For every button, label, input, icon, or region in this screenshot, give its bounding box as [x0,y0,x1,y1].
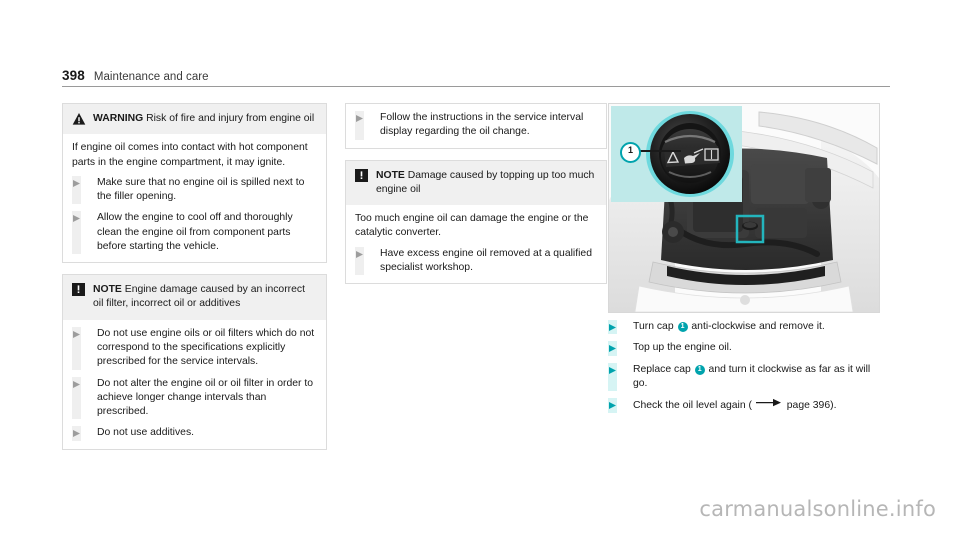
callout-badge-1: 1 [694,364,705,375]
running-head-line: 398 Maintenance and care [62,68,890,83]
step-text-before: Turn cap [633,321,674,332]
callout-number-1: 1 [620,142,641,163]
note-label-2: NOTE [376,169,405,181]
step-text-after: page 396). [786,400,837,412]
note-exclamation-icon [355,168,369,183]
list-item: Turn cap 1 anti-clockwise and remove it. [608,320,878,335]
list-item: Do not use engine oils or oil filters wh… [72,326,317,370]
section-title: Maintenance and care [93,71,209,83]
step-text-before: Replace cap [633,363,691,375]
list-item-text: Do not alter the engine oil or oil filte… [97,377,314,418]
list-item: Check the oil level again ( page 396). [608,398,878,414]
step-text-before: Check the oil level again ( [633,400,752,412]
warning-label: WARNING [93,113,144,124]
note-box-2-body: Too much engine oil can damage the engin… [346,205,606,283]
list-item: Do not use additives. [72,426,317,441]
step-text-before: Top up the engine oil. [633,342,732,354]
note-label: NOTE [93,284,122,296]
list-item: Replace cap 1 and turn it clockwise as f… [608,362,878,392]
running-head: 398 Maintenance and care [62,68,890,87]
list-item-text: Make sure that no engine oil is spilled … [97,176,305,203]
list-item: Make sure that no engine oil is spilled … [72,175,317,205]
note-box-2: NOTE Damage caused by topping up too muc… [345,159,607,285]
note-heading-text: Engine damage caused by an incorrect oil… [93,284,305,310]
column-2: Follow the instructions in the service i… [345,103,607,295]
note-box-header: NOTE Engine damage caused by an incorrec… [63,275,326,320]
note-bullet-list-2: Have excess engine oil removed at a qual… [355,246,597,276]
list-item-text: Have excess engine oil removed at a qual… [380,247,592,273]
note-box-2-heading: NOTE Damage caused by topping up too muc… [376,168,597,197]
list-item-text: Do not use engine oils or oil filters wh… [97,327,315,368]
note-paragraph-2: Too much engine oil can damage the engin… [355,213,589,239]
note-box: NOTE Engine damage caused by an incorrec… [62,274,327,450]
triangle-bullet-icon [72,214,81,223]
column-3-steps: Turn cap 1 anti-clockwise and remove it.… [608,320,878,414]
note-heading-text-2: Damage caused by topping up too much eng… [376,169,595,195]
continued-box-body: Follow the instructions in the service i… [346,104,606,148]
continued-bullet-list: Follow the instructions in the service i… [355,111,597,140]
note-box-heading: NOTE Engine damage caused by an incorrec… [93,282,317,311]
callout-leader-line [636,150,681,152]
callout-badge-1: 1 [677,322,688,332]
note-bullet-list: Do not use engine oils or oil filters wh… [72,326,317,441]
header-rule [62,86,890,87]
note-box-body: Do not use engine oils or oil filters wh… [63,320,326,449]
warning-box-body: If engine oil comes into contact with ho… [63,134,326,262]
triangle-bullet-icon [72,380,81,389]
warning-bullet-list: Make sure that no engine oil is spilled … [72,175,317,255]
note-box-2-header: NOTE Damage caused by topping up too muc… [346,160,606,205]
list-item: Follow the instructions in the service i… [355,111,597,140]
warning-heading-text: Risk of fire and injury from engine oil [146,113,315,124]
column-1: WARNING Risk of fire and injury from eng… [62,103,327,461]
triangle-bullet-icon [608,344,617,353]
list-item-text: Allow the engine to cool off and thoroug… [97,212,293,252]
list-item: Allow the engine to cool off and thoroug… [72,211,317,255]
continued-box: Follow the instructions in the service i… [345,103,607,149]
manual-page: 398 Maintenance and care WARNING Risk of… [0,0,960,533]
warning-paragraph: If engine oil comes into contact with ho… [72,142,308,168]
list-item: Do not alter the engine oil or oil filte… [72,376,317,420]
oil-cap-inset: 1 [611,106,742,202]
list-item: Top up the engine oil. [608,341,878,356]
warning-box-header: WARNING Risk of fire and injury from eng… [63,104,326,135]
triangle-bullet-icon [72,179,81,188]
cross-reference-arrow-icon [755,398,782,412]
warning-triangle-icon [72,112,86,126]
page-number: 398 [62,68,85,83]
step-text-after: anti-clockwise and remove it. [691,321,825,332]
triangle-bullet-icon [608,401,617,410]
note-exclamation-icon [72,283,86,297]
oil-top-up-step-list: Turn cap 1 anti-clockwise and remove it.… [608,320,878,414]
warning-box: WARNING Risk of fire and injury from eng… [62,103,327,264]
triangle-bullet-icon [608,366,617,375]
triangle-bullet-icon [355,114,364,123]
triangle-bullet-icon [355,250,364,259]
triangle-bullet-icon [608,323,617,332]
warning-box-heading: WARNING Risk of fire and injury from eng… [93,111,314,126]
site-watermark: carmanualsonline.info [699,497,936,521]
engine-compartment-figure: 1 [608,103,880,313]
list-item: Have excess engine oil removed at a qual… [355,246,597,276]
triangle-bullet-icon [72,429,81,438]
list-item-text: Follow the instructions in the service i… [380,112,584,138]
list-item-text: Do not use additives. [97,427,195,439]
triangle-bullet-icon [72,330,81,339]
